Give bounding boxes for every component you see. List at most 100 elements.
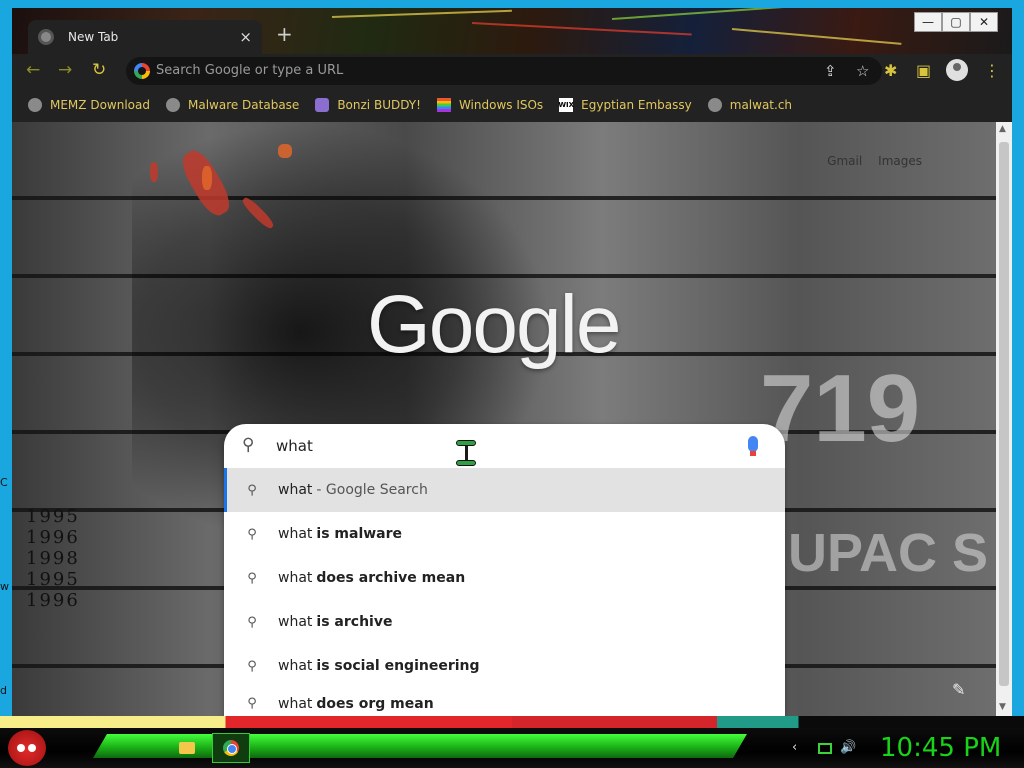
maximize-button[interactable]: ▢ bbox=[942, 12, 970, 32]
background-year: 1995 bbox=[26, 569, 80, 590]
background-year: 1995 bbox=[26, 506, 80, 527]
bookmark-memz-download[interactable]: MEMZ Download bbox=[28, 98, 150, 112]
background-word: UPAC S bbox=[788, 523, 989, 583]
vertical-scrollbar[interactable]: ▲ ▼ bbox=[996, 122, 1012, 716]
minimize-button[interactable]: — bbox=[914, 12, 942, 32]
suggestion-completion: does archive mean bbox=[316, 570, 466, 586]
bookmark-bonzi-buddy[interactable]: Bonzi BUDDY! bbox=[315, 98, 421, 112]
bookmark-windows-isos[interactable]: Windows ISOs bbox=[436, 98, 544, 112]
tab-new-tab[interactable]: New Tab × bbox=[28, 20, 262, 54]
background-year: 1998 bbox=[26, 548, 80, 569]
suggestion-item[interactable]: ⚲ what does archive mean bbox=[224, 556, 785, 600]
bookmarks-bar: MEMZ Download Malware Database Bonzi BUD… bbox=[12, 88, 1012, 122]
gmail-link[interactable]: Gmail bbox=[827, 154, 862, 168]
desktop-edge-letter: w bbox=[0, 580, 9, 593]
search-icon: ⚲ bbox=[247, 526, 257, 542]
side-panel-icon[interactable]: ▣ bbox=[916, 61, 931, 80]
bookmark-egyptian-embassy[interactable]: WIX Egyptian Embassy bbox=[558, 98, 692, 112]
search-icon: ⚲ bbox=[247, 614, 257, 630]
extensions-puzzle-icon[interactable]: ✱ bbox=[884, 61, 897, 80]
taskbar bbox=[0, 728, 1024, 768]
close-window-button[interactable]: ✕ bbox=[970, 12, 998, 32]
bookmark-malware-database[interactable]: Malware Database bbox=[165, 98, 300, 112]
suggestion-suffix: - Google Search bbox=[316, 482, 428, 498]
tab-title: New Tab bbox=[68, 30, 119, 44]
close-tab-icon[interactable]: × bbox=[239, 28, 252, 46]
start-button[interactable] bbox=[8, 730, 46, 766]
browser-menu-icon[interactable]: ⋮ bbox=[984, 61, 1000, 80]
bookmark-label: Egyptian Embassy bbox=[581, 98, 692, 112]
forward-arrow-icon[interactable]: → bbox=[58, 60, 72, 80]
search-icon: ⚲ bbox=[247, 696, 257, 711]
paint-splatter bbox=[202, 166, 212, 190]
profile-avatar-icon[interactable] bbox=[946, 59, 968, 81]
suggestion-prefix: what bbox=[278, 696, 313, 712]
new-tab-button[interactable]: + bbox=[276, 24, 293, 44]
suggestion-prefix: what bbox=[278, 658, 313, 674]
bookmark-malwat-ch[interactable]: malwat.ch bbox=[707, 98, 792, 112]
top-links: Gmail Images bbox=[827, 154, 922, 168]
bookmark-label: Bonzi BUDDY! bbox=[337, 98, 421, 112]
taskbar-chrome[interactable] bbox=[212, 733, 250, 763]
scrollbar-thumb[interactable] bbox=[999, 142, 1009, 686]
desktop-edge-letter: d bbox=[0, 684, 7, 697]
suggestion-item[interactable]: ⚲ what is malware bbox=[224, 512, 785, 556]
volume-icon[interactable]: 🔊 bbox=[840, 740, 856, 755]
tray-chevron-icon[interactable]: ‹ bbox=[792, 740, 797, 755]
theme-scribble bbox=[611, 8, 812, 20]
folder-icon bbox=[179, 742, 195, 754]
microphone-icon[interactable] bbox=[748, 436, 758, 456]
suggestion-prefix: what bbox=[278, 526, 313, 542]
scroll-down-icon[interactable]: ▼ bbox=[999, 702, 1006, 712]
reload-icon[interactable]: ↻ bbox=[92, 60, 106, 80]
taskbar-file-explorer[interactable] bbox=[168, 733, 206, 763]
google-logo: Google bbox=[367, 279, 621, 370]
suggestion-item[interactable]: ⚲ what - Google Search bbox=[224, 468, 785, 512]
images-link[interactable]: Images bbox=[878, 154, 922, 168]
search-input[interactable]: what bbox=[276, 437, 313, 455]
background-years: 1995 1996 1998 1995 1996 bbox=[26, 506, 80, 611]
search-icon: ⚲ bbox=[242, 435, 255, 455]
wallpaper-strip bbox=[0, 716, 1024, 728]
browser-toolbar: ← → ↻ Search Google or type a URL ⇪ ☆ ✱ … bbox=[12, 54, 1012, 88]
google-g-icon bbox=[134, 63, 150, 79]
paint-splatter bbox=[150, 162, 158, 182]
search-box: ⚲ what ⚲ what - Google Search ⚲ what is … bbox=[224, 424, 785, 716]
bookmark-label: MEMZ Download bbox=[50, 98, 150, 112]
omnibox[interactable]: Search Google or type a URL ⇪ ☆ bbox=[126, 57, 882, 85]
taskbar-clock[interactable]: 10:45 PM bbox=[880, 733, 1001, 763]
text-cursor-icon bbox=[454, 440, 478, 466]
globe-icon bbox=[165, 98, 180, 112]
bonzi-icon bbox=[315, 98, 330, 112]
suggestion-item[interactable]: ⚲ what is archive bbox=[224, 600, 785, 644]
theme-scribble bbox=[731, 28, 902, 45]
paint-splatter bbox=[278, 144, 292, 158]
back-arrow-icon[interactable]: ← bbox=[26, 60, 40, 80]
network-icon[interactable] bbox=[818, 743, 832, 754]
background-year: 1996 bbox=[26, 590, 80, 611]
share-icon[interactable]: ⇪ bbox=[824, 62, 837, 80]
scroll-up-icon[interactable]: ▲ bbox=[999, 124, 1006, 134]
suggestion-item[interactable]: ⚲ what is social engineering bbox=[224, 644, 785, 688]
search-input-row[interactable]: ⚲ what bbox=[224, 424, 785, 468]
bookmark-label: Malware Database bbox=[187, 98, 300, 112]
suggestion-item[interactable]: ⚲ what does org mean bbox=[224, 688, 785, 716]
title-bar[interactable]: New Tab × + — ▢ ✕ bbox=[12, 8, 1012, 54]
suggestion-prefix: what bbox=[278, 482, 313, 498]
theme-scribble bbox=[471, 22, 692, 36]
rainbow-icon bbox=[436, 98, 451, 112]
globe-icon bbox=[707, 98, 722, 112]
suggestion-completion: does org mean bbox=[316, 696, 434, 712]
desktop-edge-letter: C bbox=[0, 476, 8, 489]
search-icon: ⚲ bbox=[247, 658, 257, 674]
bookmark-star-icon[interactable]: ☆ bbox=[856, 62, 869, 80]
browser-window: New Tab × + — ▢ ✕ ← → ↻ Search Google or… bbox=[12, 8, 1012, 716]
bookmark-label: Windows ISOs bbox=[458, 98, 544, 112]
globe-icon bbox=[28, 98, 42, 112]
wix-icon: WIX bbox=[558, 98, 574, 112]
suggestion-prefix: what bbox=[278, 614, 313, 630]
customize-pencil-icon[interactable]: ✎ bbox=[952, 680, 965, 699]
omnibox-placeholder: Search Google or type a URL bbox=[156, 63, 344, 78]
search-icon: ⚲ bbox=[247, 482, 257, 498]
suggestion-completion: is social engineering bbox=[316, 658, 480, 674]
